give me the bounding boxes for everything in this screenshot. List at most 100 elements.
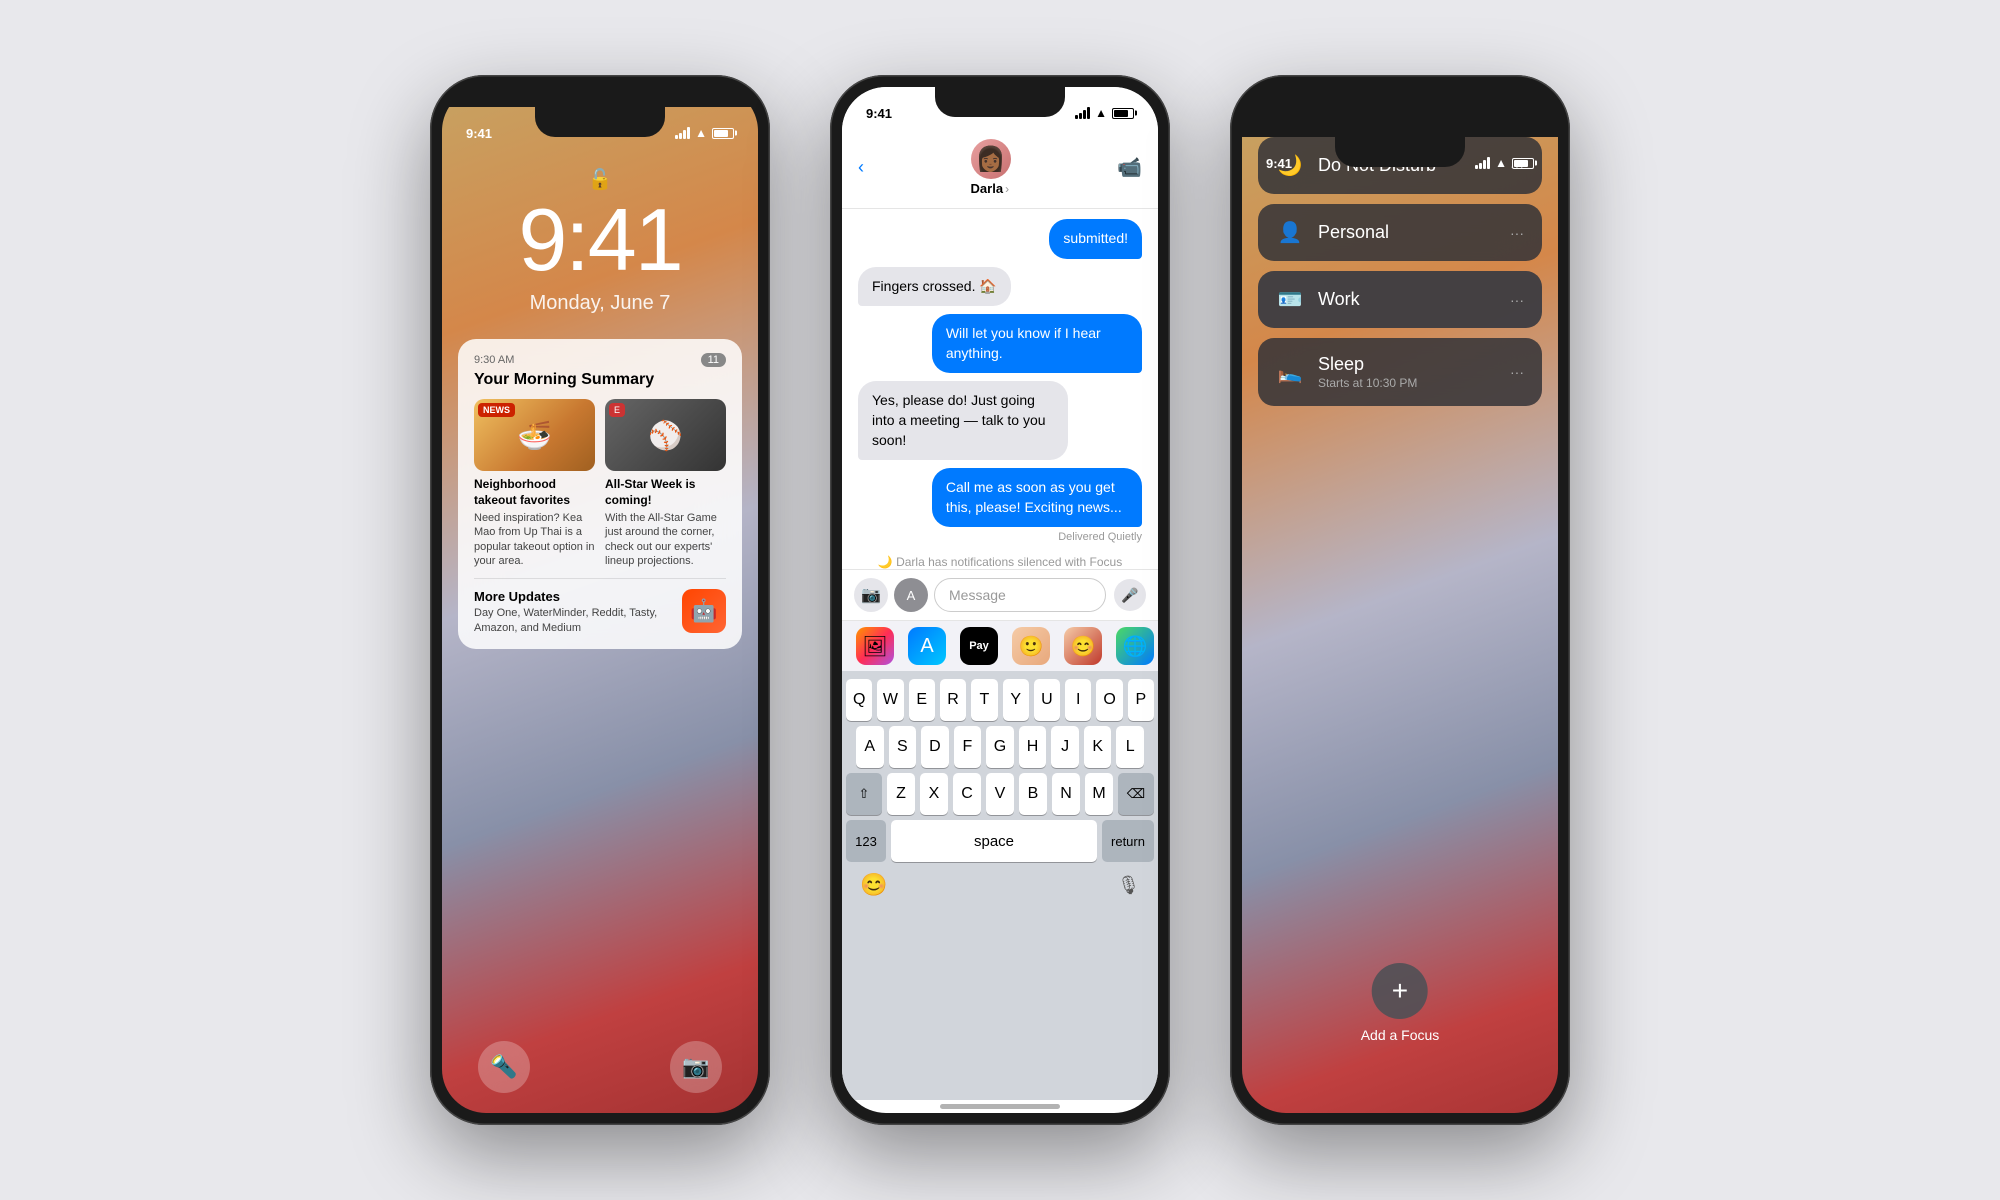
key-return[interactable]: return: [1102, 820, 1154, 862]
key-x[interactable]: X: [920, 773, 948, 815]
globe-icon[interactable]: 🌐: [1116, 627, 1154, 665]
key-t[interactable]: T: [971, 679, 997, 721]
key-h[interactable]: H: [1019, 726, 1047, 768]
personal-more[interactable]: ···: [1510, 225, 1524, 241]
back-button[interactable]: ‹: [858, 157, 864, 178]
camera-button[interactable]: 📷: [670, 1041, 722, 1093]
msg-bubble-5: Call me as soon as you get this, please!…: [932, 468, 1142, 527]
emoji-button[interactable]: 😊: [860, 872, 887, 898]
battery-icon-1: [712, 128, 734, 139]
add-focus-label: Add a Focus: [1361, 1027, 1440, 1043]
key-u[interactable]: U: [1034, 679, 1060, 721]
msg-bubble-3: Will let you know if I hear anything.: [932, 314, 1142, 373]
key-p[interactable]: P: [1128, 679, 1154, 721]
focus-item-work[interactable]: 🪪 Work ···: [1258, 271, 1542, 328]
key-space[interactable]: space: [891, 820, 1097, 862]
status-icons-1: ▲: [675, 126, 734, 140]
signal-icon-1: [675, 127, 690, 139]
article-headline-2: All-Star Week is coming!: [605, 477, 726, 508]
appstore-app-icon[interactable]: A: [908, 627, 946, 665]
status-time-1: 9:41: [466, 126, 492, 141]
memoji2-icon[interactable]: 😊: [1064, 627, 1102, 665]
mic-button[interactable]: 🎙: [1117, 875, 1140, 896]
sleep-label-col: Sleep Starts at 10:30 PM: [1318, 354, 1496, 390]
camera-app-btn[interactable]: 📷: [854, 578, 888, 612]
key-b[interactable]: B: [1019, 773, 1047, 815]
sleep-more[interactable]: ···: [1510, 364, 1524, 380]
personal-label: Personal: [1318, 222, 1496, 243]
signal-icon-3: [1475, 157, 1490, 169]
memoji1-icon[interactable]: 🙂: [1012, 627, 1050, 665]
key-d[interactable]: D: [921, 726, 949, 768]
key-y[interactable]: Y: [1003, 679, 1029, 721]
apps-btn[interactable]: A: [894, 578, 928, 612]
app-icons-row: 🖼 A Pay 🙂 😊 🌐 🎵: [842, 621, 1158, 671]
key-delete[interactable]: ⌫: [1118, 773, 1154, 815]
key-w[interactable]: W: [877, 679, 903, 721]
key-m[interactable]: M: [1085, 773, 1113, 815]
notification-card[interactable]: 9:30 AM 11 Your Morning Summary NEWS 🍜 N…: [458, 339, 742, 649]
wifi-icon-3: ▲: [1495, 156, 1507, 170]
focus-item-sleep[interactable]: 🛌 Sleep Starts at 10:30 PM ···: [1258, 338, 1542, 406]
key-c[interactable]: C: [953, 773, 981, 815]
status-icons-3: ▲: [1475, 156, 1534, 170]
add-focus[interactable]: + Add a Focus: [1361, 963, 1440, 1043]
key-i[interactable]: I: [1065, 679, 1091, 721]
more-body: Day One, WaterMinder, Reddit, Tasty, Ama…: [474, 606, 682, 635]
article-body-1: Need inspiration? Kea Mao from Up Thai i…: [474, 511, 595, 568]
video-call-button[interactable]: 📹: [1117, 155, 1142, 180]
key-j[interactable]: J: [1051, 726, 1079, 768]
torch-button[interactable]: 🔦: [478, 1041, 530, 1093]
photos-app-icon[interactable]: 🖼: [856, 627, 894, 665]
key-f[interactable]: F: [954, 726, 982, 768]
key-s[interactable]: S: [889, 726, 917, 768]
article-2: E ⚾ All-Star Week is coming! With the Al…: [605, 399, 726, 568]
msg-contact[interactable]: 👩🏾 Darla ›: [971, 139, 1011, 196]
key-r[interactable]: R: [940, 679, 966, 721]
msg-bubble-2: Fingers crossed. 🏠: [858, 267, 1011, 307]
phone-3: 9:41 ▲ 🌙: [1230, 75, 1570, 1125]
add-icon: +: [1392, 975, 1408, 1007]
audio-btn[interactable]: 🎤: [1114, 579, 1146, 611]
key-g[interactable]: G: [986, 726, 1014, 768]
key-n[interactable]: N: [1052, 773, 1080, 815]
message-placeholder: Message: [949, 587, 1006, 603]
notch-2: [935, 87, 1065, 117]
kb-emoji-row: 😊 🎙: [846, 866, 1154, 904]
key-o[interactable]: O: [1096, 679, 1122, 721]
key-l[interactable]: L: [1116, 726, 1144, 768]
add-focus-button[interactable]: +: [1372, 963, 1428, 1019]
lock-bottom: 🔦 📷: [442, 1041, 758, 1093]
focus-item-personal[interactable]: 👤 Personal ···: [1258, 204, 1542, 261]
key-a[interactable]: A: [856, 726, 884, 768]
work-more[interactable]: ···: [1510, 292, 1524, 308]
sleep-icon: 🛌: [1276, 360, 1304, 385]
battery-icon-2: [1112, 108, 1134, 119]
key-e[interactable]: E: [909, 679, 935, 721]
signal-icon-2: [1075, 107, 1090, 119]
lock-time: 9:41: [442, 196, 758, 284]
key-z[interactable]: Z: [887, 773, 915, 815]
key-123[interactable]: 123: [846, 820, 886, 862]
msg-bubble-4: Yes, please do! Just going into a meetin…: [858, 381, 1068, 460]
key-v[interactable]: V: [986, 773, 1014, 815]
contact-name: Darla: [971, 181, 1004, 196]
reddit-icon: 🤖: [682, 589, 726, 633]
article-body-2: With the All-Star Game just around the c…: [605, 511, 726, 568]
kb-row-1: Q W E R T Y U I O P: [846, 679, 1154, 721]
notif-header: 9:30 AM 11: [474, 353, 726, 367]
work-label: Work: [1318, 289, 1496, 310]
key-shift[interactable]: ⇧: [846, 773, 882, 815]
key-q[interactable]: Q: [846, 679, 872, 721]
msg-header: ‹ 👩🏾 Darla › 📹: [842, 131, 1158, 209]
home-indicator-2: [940, 1104, 1060, 1109]
notif-title: Your Morning Summary: [474, 371, 726, 389]
applepay-icon[interactable]: Pay: [960, 627, 998, 665]
focus-notice: 🌙 Darla has notifications silenced with …: [858, 551, 1142, 569]
notif-articles: NEWS 🍜 Neighborhood takeout favorites Ne…: [474, 399, 726, 568]
key-k[interactable]: K: [1084, 726, 1112, 768]
wifi-icon-1: ▲: [695, 126, 707, 140]
msg-bubble-1: submitted!: [1049, 219, 1142, 259]
message-input[interactable]: Message: [934, 578, 1106, 612]
phone-1: 9:41 ▲ 🔓 9:41 Mo: [430, 75, 770, 1125]
